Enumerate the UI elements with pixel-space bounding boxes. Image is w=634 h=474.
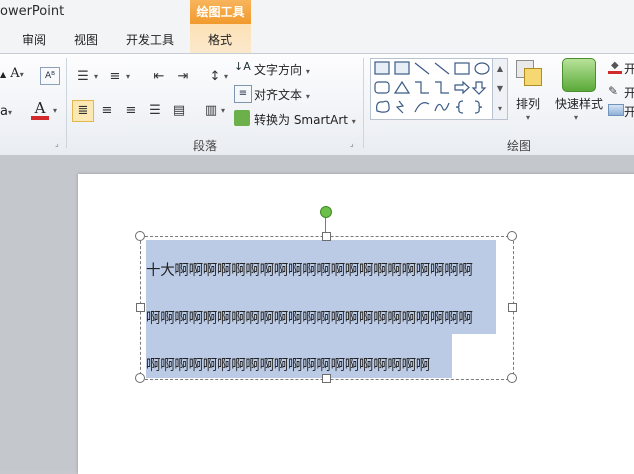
tab-review[interactable]: 审阅 xyxy=(22,31,46,48)
font-dialog-launcher-icon[interactable]: ⌟ xyxy=(55,139,63,148)
increase-indent-icon[interactable]: ⇥ xyxy=(172,66,194,88)
paragraph-dialog-launcher-icon[interactable]: ⌟ xyxy=(350,139,354,148)
columns-icon[interactable]: ▥ xyxy=(200,100,222,122)
decrease-indent-icon[interactable]: ⇤ xyxy=(148,66,170,88)
convert-smartart-button[interactable]: 转换为 SmartArt ▾ xyxy=(254,111,356,128)
shapes-gallery-svg xyxy=(374,61,490,114)
text-direction-icon: ↓A xyxy=(234,60,251,73)
quick-styles-dropdown-icon[interactable]: ▾ xyxy=(574,113,578,122)
numbering-icon[interactable]: ≡ xyxy=(104,66,126,88)
font-size-label: A xyxy=(10,66,20,81)
quick-styles-button[interactable]: 快速样式 xyxy=(555,95,603,112)
distributed-icon[interactable]: ▤ xyxy=(168,100,190,122)
arrange-dropdown-icon[interactable]: ▾ xyxy=(526,113,530,122)
tab-developer[interactable]: 开发工具 xyxy=(126,31,174,48)
drawing-group-label: 绘图 xyxy=(507,139,532,153)
paragraph-group-label: 段落 xyxy=(193,139,218,153)
font-case-label: a xyxy=(0,104,8,119)
text-line[interactable]: 啊啊啊啊啊啊啊啊啊啊啊啊啊啊啊啊啊啊啊啊 xyxy=(146,354,430,375)
window-title: owerPoint xyxy=(0,4,65,19)
gallery-more-icon[interactable]: ▾ xyxy=(493,99,507,119)
shape-outline-button[interactable]: 开 xyxy=(624,84,634,101)
shapes-gallery-scroll[interactable]: ▲ ▼ ▾ xyxy=(492,58,508,120)
line-spacing-dropdown-icon[interactable]: ▾ xyxy=(224,72,228,81)
text-direction-label: 文字方向 xyxy=(254,63,303,77)
shape-outline-icon[interactable]: ✎ xyxy=(608,84,618,98)
resize-handle-top[interactable] xyxy=(322,232,331,241)
shape-fill-icon[interactable]: ◆ xyxy=(608,60,622,74)
rotate-handle[interactable] xyxy=(320,206,332,218)
font-color-dropdown-icon[interactable]: ▾ xyxy=(53,106,57,115)
tab-view[interactable]: 视图 xyxy=(74,31,98,48)
group-separator xyxy=(66,58,67,148)
text-direction-button[interactable]: 文字方向 ▾ xyxy=(254,61,310,78)
numbering-dropdown-icon[interactable]: ▾ xyxy=(126,72,130,81)
shape-fill-color-bar xyxy=(608,71,622,74)
shape-effects-icon[interactable] xyxy=(608,104,624,116)
columns-dropdown-icon[interactable]: ▾ xyxy=(221,106,225,115)
resize-handle-top-right[interactable] xyxy=(507,231,517,241)
drawing-tools-label: 绘图工具 xyxy=(196,5,245,19)
arrange-button[interactable]: 排列 xyxy=(516,95,540,112)
arrange-icon-front xyxy=(524,68,542,86)
align-left-icon[interactable]: ≣ xyxy=(72,100,94,122)
align-text-label: 对齐文本 xyxy=(254,88,303,102)
bullets-dropdown-icon[interactable]: ▾ xyxy=(94,72,98,81)
smartart-icon xyxy=(234,110,250,126)
text-line[interactable]: 啊啊啊啊啊啊啊啊啊啊啊啊啊啊啊啊啊啊啊啊啊啊啊 xyxy=(146,307,473,328)
justify-icon[interactable]: ☰ xyxy=(144,100,166,122)
font-color-icon: A xyxy=(34,99,46,117)
gallery-down-icon[interactable]: ▼ xyxy=(493,79,507,99)
font-size-small-button[interactable]: ▲ A▾ xyxy=(0,66,24,81)
group-separator xyxy=(363,58,364,148)
align-center-icon[interactable]: ≡ xyxy=(96,100,118,122)
resize-handle-bottom[interactable] xyxy=(322,374,331,383)
tab-format[interactable]: 格式 xyxy=(208,31,232,48)
resize-handle-left[interactable] xyxy=(136,303,145,312)
resize-handle-bottom-left[interactable] xyxy=(135,373,145,383)
resize-handle-top-left[interactable] xyxy=(135,231,145,241)
line-spacing-icon[interactable]: ↕ xyxy=(204,66,226,88)
resize-handle-right[interactable] xyxy=(508,303,517,312)
align-text-button[interactable]: 对齐文本 ▾ xyxy=(254,86,310,103)
shape-fill-button[interactable]: 开 xyxy=(624,60,634,77)
font-color-button[interactable]: A xyxy=(30,98,50,120)
quick-styles-icon[interactable] xyxy=(562,58,596,92)
drawing-tools-header: 绘图工具 xyxy=(190,0,251,24)
shape-effects-button[interactable]: 开 xyxy=(624,103,634,120)
arrange-icon[interactable] xyxy=(514,58,546,92)
resize-handle-bottom-right[interactable] xyxy=(507,373,517,383)
paint-bucket-icon: ◆ xyxy=(611,60,619,71)
align-text-icon: ≡ xyxy=(234,85,252,103)
gallery-up-icon[interactable]: ▲ xyxy=(493,59,507,79)
text-line[interactable]: 十大啊啊啊啊啊啊啊啊啊啊啊啊啊啊啊啊啊啊啊啊啊 xyxy=(146,259,473,280)
font-case-button[interactable]: a▾ xyxy=(0,104,12,119)
font-color-bar xyxy=(31,116,49,120)
bullets-icon[interactable]: ☰ xyxy=(72,66,94,88)
title-bar xyxy=(0,0,634,26)
clear-format-icon[interactable]: Aᴮ xyxy=(40,67,60,85)
align-right-icon[interactable]: ≡ xyxy=(120,100,142,122)
shapes-gallery[interactable] xyxy=(370,58,494,120)
convert-smartart-label: 转换为 SmartArt xyxy=(254,113,348,127)
